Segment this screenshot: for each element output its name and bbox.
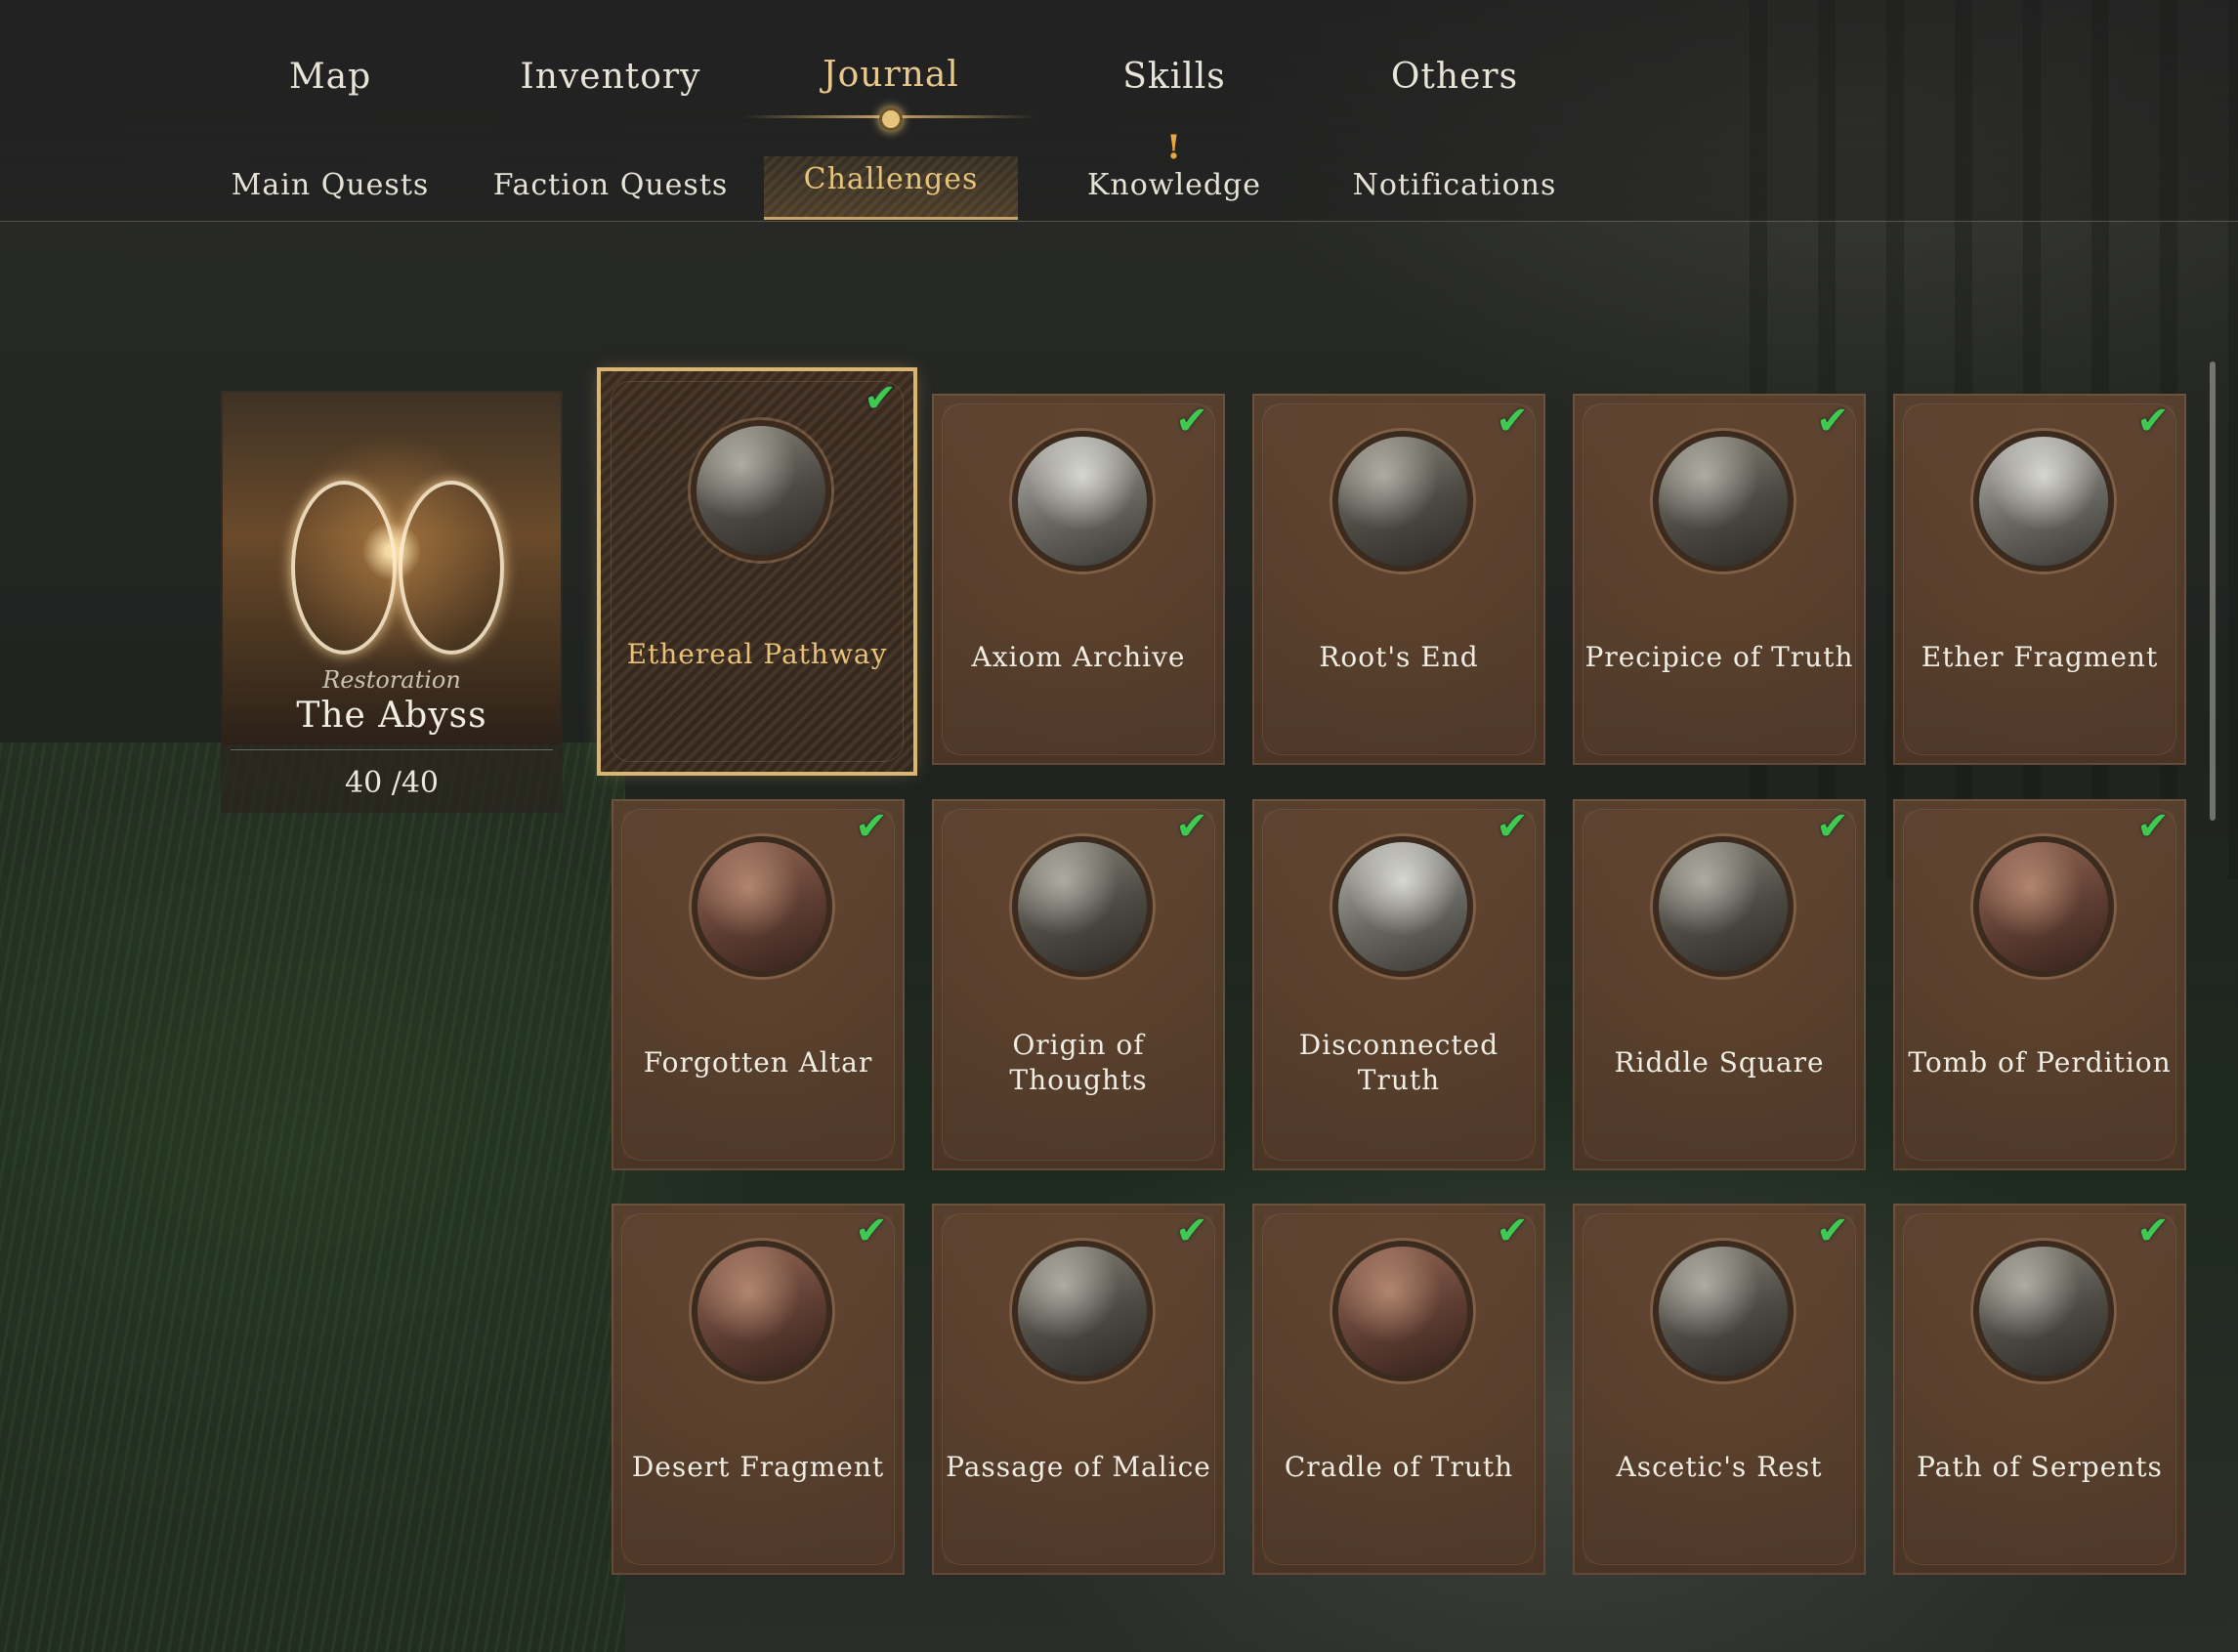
check-icon: ✔: [1816, 399, 1849, 444]
subtab-challenges[interactable]: Challenges: [764, 156, 1018, 220]
challenge-card-cradle-of-truth[interactable]: ✔ Cradle of Truth: [1252, 1204, 1545, 1575]
challenge-image: [1973, 431, 2114, 572]
tab-map[interactable]: Map: [203, 57, 457, 97]
tab-journal[interactable]: Journal: [764, 55, 1018, 95]
scrollbar[interactable]: [2210, 361, 2216, 821]
subtab-faction-quests[interactable]: Faction Quests: [484, 168, 738, 202]
check-icon: ✔: [855, 804, 888, 849]
challenge-card-forgotten-altar[interactable]: ✔ Forgotten Altar: [612, 799, 905, 1170]
region-card[interactable]: Restoration The Abyss 40 /40: [221, 391, 563, 813]
region-name: The Abyss: [296, 696, 487, 736]
challenge-image: [1332, 431, 1473, 572]
challenge-image: [1653, 431, 1794, 572]
check-icon: ✔: [1175, 1208, 1208, 1253]
tab-inventory[interactable]: Inventory: [484, 57, 738, 97]
challenge-label: Desert Fragment: [631, 1451, 885, 1483]
challenge-image: [692, 836, 832, 977]
challenge-label: Tomb of Perdition: [1908, 1046, 2172, 1079]
region-subtitle: Restoration: [322, 666, 461, 694]
glowing-ring-right-icon: [399, 481, 504, 655]
check-icon: ✔: [855, 1208, 888, 1253]
tab-others[interactable]: Others: [1328, 57, 1582, 97]
challenge-image: [1012, 1241, 1153, 1381]
challenge-label: Disconnected Truth: [1298, 1029, 1499, 1096]
check-icon: ✔: [1816, 804, 1849, 849]
challenge-card-ascetics-rest[interactable]: ✔ Ascetic's Rest: [1573, 1204, 1866, 1575]
challenge-label: Precipice of Truth: [1584, 641, 1854, 673]
challenge-image: [692, 1241, 832, 1381]
challenge-card-tomb-of-perdition[interactable]: ✔ Tomb of Perdition: [1893, 799, 2186, 1170]
check-icon: ✔: [1496, 1208, 1529, 1253]
subtab-knowledge[interactable]: Knowledge: [1047, 168, 1301, 202]
subtab-main-quests[interactable]: Main Quests: [203, 168, 457, 202]
challenge-card-riddle-square[interactable]: ✔ Riddle Square: [1573, 799, 1866, 1170]
challenge-image: [1012, 836, 1153, 977]
check-icon: ✔: [1816, 1208, 1849, 1253]
challenge-label: Path of Serpents: [1917, 1451, 2163, 1483]
check-icon: ✔: [2136, 1208, 2170, 1253]
check-icon: ✔: [1175, 804, 1208, 849]
challenge-card-roots-end[interactable]: ✔ Root's End: [1252, 394, 1545, 765]
challenge-card-origin-of-thoughts[interactable]: ✔ Origin of Thoughts: [932, 799, 1225, 1170]
challenge-label: Origin of Thoughts: [1009, 1029, 1148, 1096]
challenge-image: [1332, 836, 1473, 977]
challenge-label: Ether Fragment: [1921, 641, 2159, 673]
challenge-image: [1653, 1241, 1794, 1381]
check-icon: ✔: [1496, 804, 1529, 849]
challenge-image: [1012, 431, 1153, 572]
tab-skills[interactable]: Skills: [1047, 57, 1301, 97]
challenge-card-ethereal-pathway[interactable]: ✔ Ethereal Pathway: [601, 371, 913, 772]
top-navigation: Map Inventory Journal Skills Others Main…: [0, 0, 2238, 222]
challenge-label: Ethereal Pathway: [626, 638, 888, 670]
challenge-card-precipice-of-truth[interactable]: ✔ Precipice of Truth: [1573, 394, 1866, 765]
challenge-card-ether-fragment[interactable]: ✔ Ether Fragment: [1893, 394, 2186, 765]
glowing-ring-left-icon: [291, 481, 397, 655]
check-icon: ✔: [2136, 399, 2170, 444]
challenge-image: [1973, 836, 2114, 977]
region-divider: [231, 749, 553, 750]
active-tab-indicator-icon: [879, 107, 903, 131]
challenge-label: Passage of Malice: [946, 1451, 1211, 1483]
challenge-card-desert-fragment[interactable]: ✔ Desert Fragment: [612, 1204, 905, 1575]
challenge-label: Axiom Archive: [971, 641, 1186, 673]
challenge-label: Cradle of Truth: [1284, 1451, 1514, 1483]
check-icon: ✔: [1496, 399, 1529, 444]
check-icon: ✔: [864, 376, 897, 421]
challenge-card-path-of-serpents[interactable]: ✔ Path of Serpents: [1893, 1204, 2186, 1575]
challenge-label: Riddle Square: [1614, 1046, 1825, 1079]
region-progress: 40 /40: [345, 766, 439, 800]
challenge-label: Ascetic's Rest: [1616, 1451, 1823, 1483]
check-icon: ✔: [2136, 804, 2170, 849]
challenge-image: [691, 420, 831, 561]
challenge-label: Forgotten Altar: [643, 1046, 873, 1079]
challenge-label: Root's End: [1319, 641, 1479, 673]
challenge-image: [1973, 1241, 2114, 1381]
challenge-image: [1332, 1241, 1473, 1381]
challenge-card-disconnected-truth[interactable]: ✔ Disconnected Truth: [1252, 799, 1545, 1170]
knowledge-alert-icon: !: [1166, 128, 1181, 167]
challenge-card-axiom-archive[interactable]: ✔ Axiom Archive: [932, 394, 1225, 765]
challenge-card-passage-of-malice[interactable]: ✔ Passage of Malice: [932, 1204, 1225, 1575]
background-grass: [0, 742, 625, 1652]
challenge-image: [1653, 836, 1794, 977]
check-icon: ✔: [1175, 399, 1208, 444]
subtab-notifications[interactable]: Notifications: [1328, 168, 1582, 202]
